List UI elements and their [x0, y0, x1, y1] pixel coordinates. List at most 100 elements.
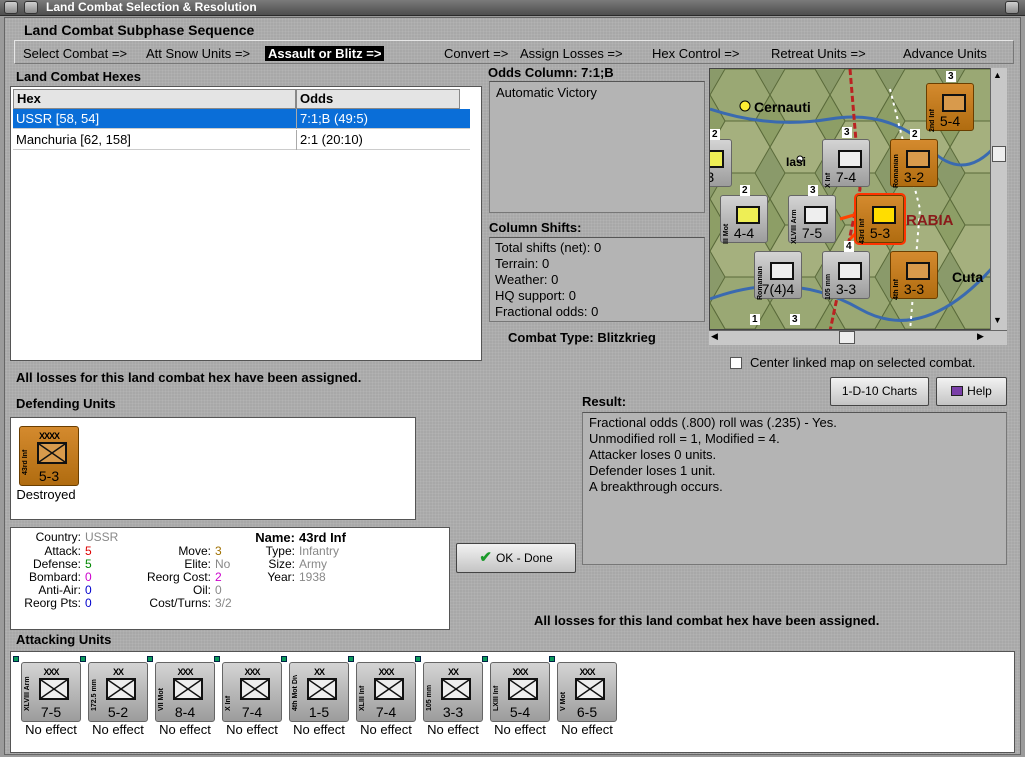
- table-row[interactable]: USSR [58, 54] 7:1;B (49:5): [13, 109, 470, 129]
- attacker-unit[interactable]: XXX LXIII Inf 5-4: [490, 662, 550, 722]
- unit-strength: 6-5: [576, 704, 598, 720]
- attacker-status: No effect: [494, 722, 546, 737]
- scroll-left-icon[interactable]: ◀: [711, 331, 718, 342]
- info-type-key: Type:: [265, 544, 295, 558]
- info-antiair-value: 0: [85, 583, 92, 597]
- step-retreat-units: Retreat Units =>: [771, 46, 866, 61]
- map-unit[interactable]: III Mot 4-4: [720, 195, 768, 244]
- odds-text: Automatic Victory: [496, 85, 597, 100]
- scroll-right-icon[interactable]: ▶: [977, 331, 984, 342]
- scroll-down-icon[interactable]: ▼: [993, 315, 1002, 325]
- system-menu-icon[interactable]: [4, 1, 18, 14]
- map-label-rabia: RABIA: [906, 212, 954, 229]
- attacker-status: No effect: [561, 722, 613, 737]
- scroll-thumb[interactable]: [839, 331, 855, 344]
- info-type-value: Infantry: [299, 544, 340, 558]
- result-line: Unmodified roll = 1, Modified = 4.: [589, 431, 780, 446]
- shifts-heading: Column Shifts:: [489, 220, 582, 235]
- map-horizontal-scrollbar[interactable]: ◀ ▶: [709, 330, 1007, 345]
- supply-marker: [482, 656, 488, 662]
- map-unit[interactable]: 105 mm 3-3: [822, 251, 870, 300]
- supply-marker: [13, 656, 19, 662]
- step-assign-losses: Assign Losses =>: [520, 46, 623, 61]
- info-name-value: 43rd Inf: [299, 530, 346, 545]
- info-reorgpts-value: 0: [85, 596, 92, 610]
- attacker-unit[interactable]: XXX VII Mot 8-4: [155, 662, 215, 722]
- unit-symbol-icon: [307, 678, 337, 700]
- step-convert: Convert =>: [444, 46, 509, 61]
- stack-count: 3: [842, 127, 852, 138]
- result-line: A breakthrough occurs.: [589, 479, 723, 494]
- info-attack-value: 5: [85, 544, 92, 558]
- title-bar[interactable]: Land Combat Selection & Resolution: [0, 0, 1025, 16]
- stack-count: 4: [844, 241, 854, 252]
- stack-count: 3: [808, 185, 818, 196]
- map-unit[interactable]: 2nd Inf 5-4: [926, 83, 974, 132]
- defender-unit[interactable]: XXXX 43rd Inf 5-3: [19, 426, 79, 486]
- losses-message: All losses for this land combat hex have…: [16, 370, 362, 385]
- info-year-key: Year:: [267, 570, 295, 584]
- unit-symbol-icon: [173, 678, 203, 700]
- minimize-icon[interactable]: [24, 1, 38, 14]
- shift-hq-support: HQ support: 0: [495, 288, 576, 303]
- map-unit[interactable]: -3: [710, 139, 732, 187]
- map-unit[interactable]: Romanian 7(4)4: [754, 251, 802, 300]
- info-bombard-key: Bombard:: [28, 570, 81, 584]
- defending-heading: Defending Units: [16, 396, 116, 411]
- unit-strength: 7-4: [375, 704, 397, 720]
- table-row[interactable]: Manchuria [62, 158] 2:1 (20:10): [13, 130, 470, 150]
- mini-map[interactable]: Cernauti Iasi RABIA Cuta 2nd Inf 5-4 X In…: [709, 68, 1007, 330]
- info-year-value: 1938: [299, 570, 326, 584]
- scroll-up-icon[interactable]: ▲: [993, 70, 1002, 80]
- attacking-units-box: XXX XLVIII Arm 7-5 No effect XX 172.5 mm 5-2 No…: [10, 651, 1015, 753]
- center-linked-label: Center linked map on selected combat.: [750, 355, 976, 370]
- info-size-key: Size:: [268, 557, 295, 571]
- odds-heading: Odds Column: 7:1;B: [488, 65, 614, 80]
- cell-odds: 2:1 (20:10): [296, 130, 363, 150]
- map-unit[interactable]: X Inf 7-4: [822, 139, 870, 188]
- info-oil-value: 0: [215, 583, 222, 597]
- attacker-status: No effect: [226, 722, 278, 737]
- scroll-thumb[interactable]: [992, 146, 1006, 162]
- attacker-unit[interactable]: XXX XLIII Inf 7-4: [356, 662, 416, 722]
- help-button[interactable]: Help: [936, 377, 1007, 406]
- attacker-unit[interactable]: XXX XLVIII Arm 7-5: [21, 662, 81, 722]
- attacker-unit[interactable]: XX 172.5 mm 5-2: [88, 662, 148, 722]
- ok-done-button[interactable]: ✔ OK - Done: [456, 543, 576, 573]
- map-unit-selected[interactable]: 43rd Inf 5-3: [854, 193, 906, 245]
- charts-button[interactable]: 1-D-10 Charts: [830, 377, 929, 406]
- step-assault-or-blitz: Assault or Blitz =>: [265, 46, 385, 61]
- supply-marker: [80, 656, 86, 662]
- losses-message-2: All losses for this land combat hex have…: [534, 613, 880, 628]
- map-vertical-scrollbar[interactable]: ▲ ▼: [990, 68, 1007, 330]
- col-odds[interactable]: Odds: [296, 89, 460, 109]
- window-title: Land Combat Selection & Resolution: [46, 0, 257, 14]
- center-linked-checkbox[interactable]: [730, 357, 742, 369]
- attacker-status: No effect: [293, 722, 345, 737]
- close-icon[interactable]: [1005, 1, 1019, 14]
- info-antiair-key: Anti-Air:: [38, 583, 81, 597]
- attacker-unit[interactable]: XXX X Inf 7-4: [222, 662, 282, 722]
- map-unit[interactable]: Romanian 3-2: [890, 139, 938, 188]
- stack-count: 2: [910, 129, 920, 140]
- attacker-unit[interactable]: XXX V Mot 6-5: [557, 662, 617, 722]
- col-hex[interactable]: Hex: [13, 89, 296, 109]
- attacker-unit[interactable]: XX 4th Mot Div 1-5: [289, 662, 349, 722]
- unit-symbol-icon: [39, 678, 69, 700]
- map-unit[interactable]: 4th Inf 3-3: [890, 251, 938, 300]
- map-label-cuta: Cuta: [952, 269, 984, 285]
- ok-done-label: OK - Done: [495, 551, 553, 565]
- result-box: Fractional odds (.800) roll was (.235) -…: [582, 412, 1007, 565]
- map-unit[interactable]: XLVIII Arm 7-5: [788, 195, 836, 244]
- unit-symbol-icon: [508, 678, 538, 700]
- info-costturns-key: Cost/Turns:: [149, 596, 211, 610]
- info-oil-key: Oil:: [193, 583, 211, 597]
- shift-terrain: Terrain: 0: [495, 256, 550, 271]
- defender-status: Destroyed: [16, 487, 76, 502]
- stack-count: 2: [710, 129, 720, 140]
- combat-type: Combat Type: Blitzkrieg: [508, 330, 656, 345]
- attacker-unit[interactable]: XX 105 mm 3-3: [423, 662, 483, 722]
- help-label: Help: [967, 384, 992, 398]
- unit-symbol-icon: [441, 678, 471, 700]
- supply-marker: [147, 656, 153, 662]
